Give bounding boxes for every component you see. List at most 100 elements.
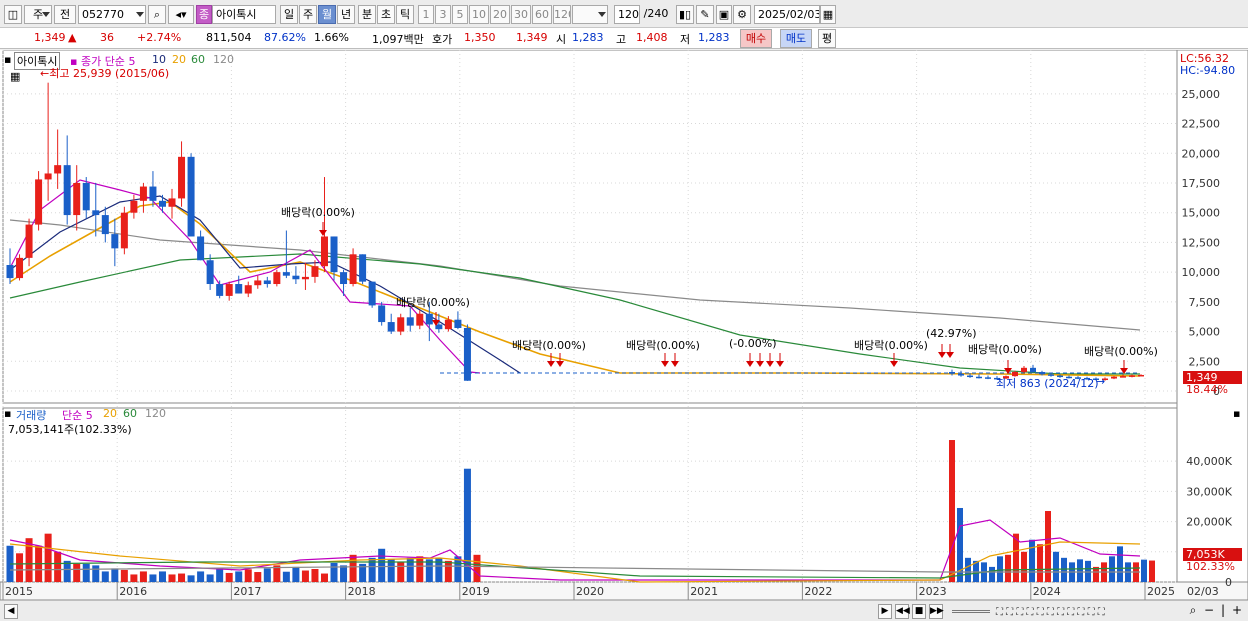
scroll-left-button[interactable]: ◀: [4, 604, 18, 619]
candle-body: [35, 179, 43, 225]
indicator-settings-icon[interactable]: ▦: [10, 70, 20, 83]
volume-bar: [949, 440, 955, 582]
candle-body: [1111, 376, 1117, 379]
dividend-label: 배당락(0.00%): [968, 343, 1042, 356]
candle-body: [1120, 376, 1126, 378]
volume-bar: [54, 551, 62, 582]
chart-scrollbar[interactable]: ◀ ▶ ◀◀ ■ ▶▶ ⛶ ⛶ ⛶ ⛶ ⛶ ⛶ ⛶ ⛶ ⛶ ⛶ ⛶ ⌕ − | …: [0, 600, 1248, 621]
dividend-label: 배당락(0.00%): [1084, 345, 1158, 358]
trade-amount: 1,097백만: [372, 33, 424, 46]
period-minute[interactable]: 분: [358, 5, 376, 24]
volume-bar: [1045, 511, 1051, 582]
calendar-icon[interactable]: ▦: [820, 5, 836, 24]
period-month[interactable]: 월: [318, 5, 336, 24]
candle-body: [63, 165, 71, 216]
scroll-first-button[interactable]: ◀◀: [895, 604, 910, 619]
zoom-out-icon[interactable]: −: [1202, 604, 1216, 619]
bid-price: 1,349: [516, 31, 548, 44]
gear-icon[interactable]: ⚙: [733, 5, 751, 24]
zoom-in-icon[interactable]: +: [1230, 604, 1244, 619]
search-icon[interactable]: ⌕: [148, 5, 166, 24]
period-week[interactable]: 주: [299, 5, 317, 24]
candle-body: [82, 182, 90, 211]
turnover-rate: 1.66%: [314, 31, 349, 44]
candle-body: [92, 210, 100, 216]
stock-code-input[interactable]: 052770: [78, 5, 146, 24]
price-legend-ma120: 120: [213, 53, 234, 66]
volume-bar: [82, 563, 90, 582]
stock-type-badge: 종: [196, 5, 212, 24]
prev-button[interactable]: 전: [54, 5, 76, 24]
volume-panel-close-icon[interactable]: ▪: [1233, 407, 1240, 420]
candle-type-icon[interactable]: ▮▯: [676, 5, 694, 24]
panel-marker-icon: ▪: [4, 53, 12, 66]
volume-info: 7,053,141주(102.33%): [8, 423, 132, 436]
scroll-last-button[interactable]: ▶▶: [929, 604, 944, 619]
volume-bar: [301, 570, 309, 582]
eval-button[interactable]: 평: [818, 29, 836, 48]
candle-body: [1138, 374, 1144, 377]
candle-body: [330, 236, 338, 273]
period-day[interactable]: 일: [280, 5, 298, 24]
window-menu-icon[interactable]: ◫: [4, 5, 22, 24]
stock-name-field[interactable]: 아이톡시: [212, 5, 276, 24]
divider-icon: |: [1220, 603, 1226, 617]
volume-bar: [1077, 559, 1083, 582]
interval-20[interactable]: 20: [490, 5, 510, 24]
volume-bar: [111, 568, 119, 582]
buy-button[interactable]: 매수: [740, 29, 772, 48]
volume-bar: [197, 571, 205, 582]
volume-bar: [158, 571, 166, 582]
candle-body: [197, 236, 205, 261]
candle-count-input[interactable]: 120: [614, 5, 640, 24]
interval-120[interactable]: 120: [553, 5, 571, 24]
volume-tick-label: 30,000K: [1186, 485, 1232, 498]
year-tick-label: 2022: [804, 585, 832, 598]
tool-icons[interactable]: ⛶ ⛶ ⛶ ⛶ ⛶ ⛶ ⛶ ⛶ ⛶ ⛶ ⛶: [996, 605, 1178, 619]
search-icon[interactable]: ⌕: [1186, 604, 1200, 619]
period-second[interactable]: 초: [377, 5, 395, 24]
volume-bar: [1149, 560, 1155, 582]
chart-area[interactable]: 25,000 22,500 20,000 17,500 15,000 12,500 10,0…: [0, 50, 1248, 600]
save-icon[interactable]: ▣: [716, 5, 732, 24]
volume-legend-ma60: 60: [123, 407, 137, 420]
candle-body: [168, 198, 176, 207]
year-tick-label: 2023: [919, 585, 947, 598]
stop-button[interactable]: ■: [912, 604, 926, 619]
interval-60[interactable]: 60: [532, 5, 552, 24]
volume-tick-label: 20,000K: [1186, 516, 1232, 529]
price-tick-label: 5,000: [1189, 326, 1221, 339]
candle-body: [235, 284, 243, 294]
stock-chart[interactable]: 25,000 22,500 20,000 17,500 15,000 12,500 10,0…: [0, 50, 1248, 600]
candle-body: [340, 272, 348, 285]
candle-body: [985, 377, 991, 379]
period-year[interactable]: 년: [337, 5, 355, 24]
candle-body: [320, 236, 328, 267]
interval-5[interactable]: 5: [452, 5, 468, 24]
period-tick[interactable]: 틱: [396, 5, 414, 24]
dividend-label: (-0.00%): [729, 337, 777, 350]
interval-custom-select[interactable]: [572, 5, 608, 24]
candle-body: [273, 272, 281, 285]
date-input[interactable]: 2025/02/03: [754, 5, 820, 24]
candle-body: [111, 234, 119, 249]
price-tick-label: 2,500: [1189, 355, 1221, 368]
zoom-slider[interactable]: [952, 610, 990, 613]
interval-10[interactable]: 10: [469, 5, 489, 24]
open-price: 1,283: [572, 31, 604, 44]
year-tick-label: 2018: [348, 585, 376, 598]
volume-bar: [101, 571, 109, 582]
volume-bar: [425, 559, 433, 582]
speaker-icon[interactable]: ◂▾: [168, 5, 194, 24]
scroll-right-button[interactable]: ▶: [878, 604, 892, 619]
interval-1[interactable]: 1: [418, 5, 434, 24]
volume-bar: [187, 575, 195, 582]
sell-button[interactable]: 매도: [780, 29, 812, 48]
draw-tool-icon[interactable]: ✎: [696, 5, 714, 24]
interval-3[interactable]: 3: [435, 5, 451, 24]
interval-30[interactable]: 30: [511, 5, 531, 24]
candle-body: [120, 212, 128, 249]
candle-body: [949, 371, 955, 374]
market-select[interactable]: 주: [24, 5, 52, 24]
candle-body: [311, 266, 319, 277]
